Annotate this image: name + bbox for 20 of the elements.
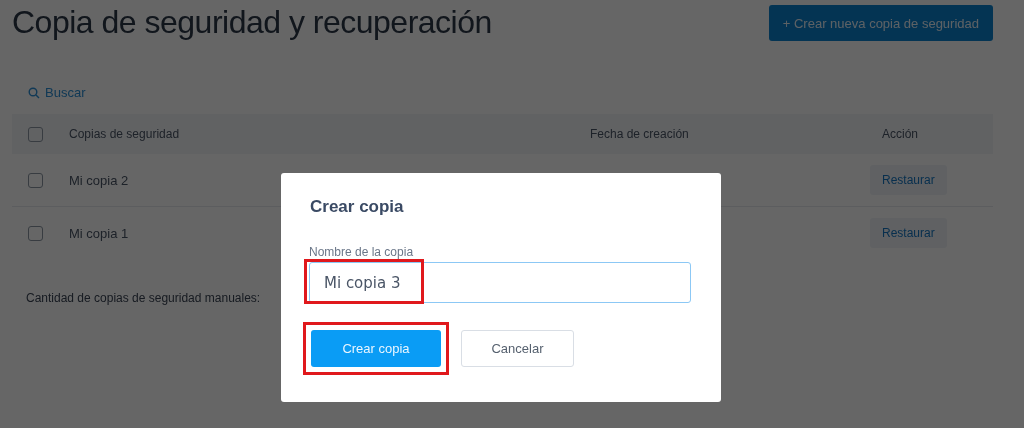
input-field[interactable]: Mi copia 3 xyxy=(309,262,691,303)
page-title: Copia de seguridad y recuperación xyxy=(12,4,492,41)
column-header: Copias de seguridad xyxy=(69,127,181,141)
dialog-title: Crear copia xyxy=(310,197,405,217)
restore-button[interactable]: Restaurar xyxy=(870,218,947,248)
checkbox[interactable] xyxy=(28,172,43,188)
create-button[interactable]: Crear copia xyxy=(311,330,441,367)
field-label: Nombre de la copia xyxy=(309,245,415,259)
restore-button[interactable]: Restaurar xyxy=(870,165,947,195)
new-backup-button[interactable]: + Crear nueva copia de seguridad xyxy=(768,5,993,41)
footer-text: Cantidad de copias de seguridad manuales: xyxy=(26,291,262,305)
table-cell-text: Mi copia 2 xyxy=(69,172,130,188)
table-cell-text: Mi copia 1 xyxy=(69,225,130,241)
search-link[interactable]: Buscar xyxy=(28,85,86,100)
cancel-button[interactable]: Cancelar xyxy=(461,330,574,367)
checkbox[interactable] xyxy=(28,225,43,241)
checkbox[interactable] xyxy=(28,126,43,142)
column-header: Fecha de creación xyxy=(590,127,690,141)
search-icon xyxy=(28,86,40,99)
column-header: Acción xyxy=(882,127,919,141)
